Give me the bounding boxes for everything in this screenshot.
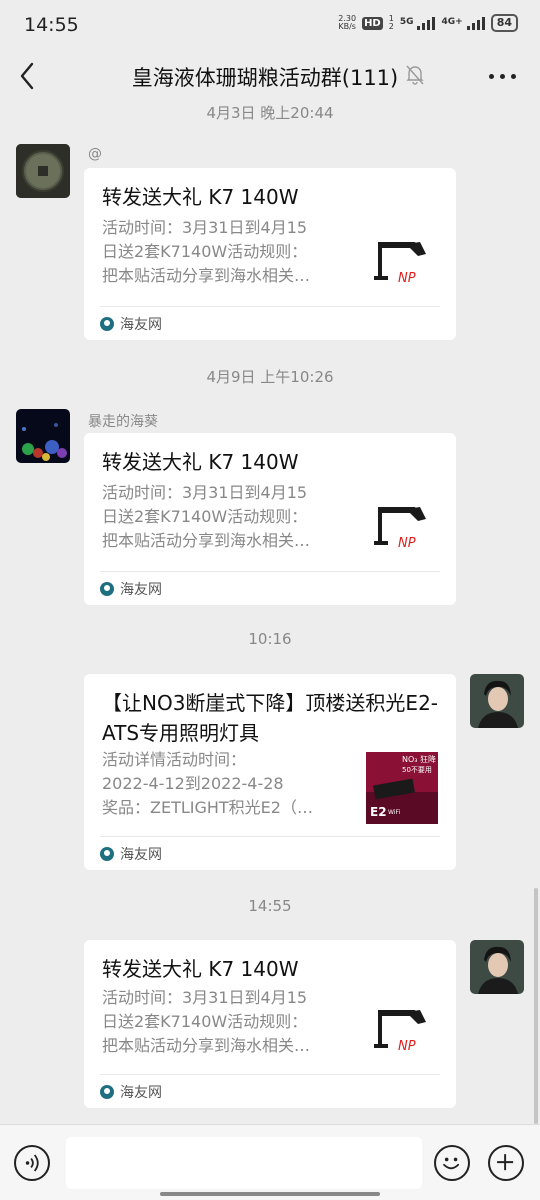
svg-text:NP: NP <box>398 1039 416 1054</box>
timestamp: 4月3日 晚上20:44 <box>206 104 334 122</box>
link-card[interactable]: 转发送大礼 K7 140W 活动时间：3月31日到4月15 日送2套K7140W… <box>84 433 456 605</box>
source-logo-icon <box>100 847 114 861</box>
scrollbar[interactable] <box>534 888 538 1124</box>
bell-muted-icon <box>406 65 424 85</box>
net-speed: 2.30 KB/s <box>338 14 357 31</box>
card-thumbnail: NP <box>366 495 438 567</box>
sender-name: 暴走的海葵 <box>88 414 158 430</box>
message-list[interactable]: 4月3日 晚上20:44 @ 转发送大礼 K7 140W 活动时间：3月31日到… <box>0 100 540 1124</box>
card-thumbnail: NP <box>366 998 438 1070</box>
status-time: 14:55 <box>24 14 79 36</box>
card-thumbnail: NP <box>366 230 438 302</box>
card-source: 海友网 <box>100 579 162 599</box>
svg-text:NP: NP <box>398 271 416 286</box>
home-indicator <box>160 1192 380 1196</box>
card-source: 海友网 <box>100 314 162 334</box>
card-thumbnail: NO₃ 狂降 50不要用 E2 WiFi <box>366 752 438 824</box>
source-logo-icon <box>100 317 114 331</box>
status-bar: 14:55 2.30 KB/s HD 1 2 5G 4G+ 84 <box>0 0 540 52</box>
chat-header: 皇海液体珊瑚粮活动群(111) <box>0 52 540 100</box>
timestamp: 14:55 <box>248 897 292 915</box>
sim-index: 1 2 <box>388 14 394 31</box>
signal-5g-icon: 5G <box>400 16 436 30</box>
voice-icon[interactable] <box>14 1145 50 1181</box>
more-dots-icon[interactable] <box>489 74 516 79</box>
avatar[interactable] <box>16 144 70 198</box>
emoji-icon[interactable] <box>434 1145 470 1181</box>
svg-text:NP: NP <box>398 536 416 551</box>
chat-title: 皇海液体珊瑚粮活动群(111) <box>131 66 399 90</box>
input-bar <box>0 1124 540 1200</box>
card-desc: 活动时间：3月31日到4月15 日送2套K7140W活动规则： 把本贴活动分享到… <box>102 218 311 285</box>
avatar[interactable] <box>16 409 70 463</box>
source-logo-icon <box>100 582 114 596</box>
svg-text:E2: E2 <box>370 805 387 819</box>
svg-text:WiFi: WiFi <box>388 809 400 816</box>
link-card[interactable]: 【让NO3断崖式下降】顶楼送积光E2-ATS专用照明灯具 活动详情活动时间： 2… <box>84 674 456 870</box>
signal-4g-icon: 4G+ <box>441 16 485 30</box>
card-source: 海友网 <box>100 844 162 864</box>
timestamp: 4月9日 上午10:26 <box>206 368 334 386</box>
battery-icon: 84 <box>490 14 518 32</box>
card-title: 转发送大礼 K7 140W <box>102 957 299 981</box>
card-source: 海友网 <box>100 1082 162 1102</box>
svg-text:50不要用: 50不要用 <box>402 766 432 774</box>
card-title: 转发送大礼 K7 140W <box>102 185 299 209</box>
plus-icon[interactable] <box>488 1145 524 1181</box>
avatar[interactable] <box>470 940 524 994</box>
source-logo-icon <box>100 1085 114 1099</box>
avatar[interactable] <box>470 674 524 728</box>
link-card[interactable]: 转发送大礼 K7 140W 活动时间：3月31日到4月15 日送2套K7140W… <box>84 940 456 1108</box>
card-title: 【让NO3断崖式下降】顶楼送积光E2-ATS专用照明灯具 <box>102 691 439 745</box>
svg-text:NO₃ 狂降: NO₃ 狂降 <box>402 754 436 764</box>
card-desc: 活动时间：3月31日到4月15 日送2套K7140W活动规则： 把本贴活动分享到… <box>102 988 311 1055</box>
card-desc: 活动详情活动时间： 2022-4-12到2022-4-28 奖品：ZETLIGH… <box>102 750 313 817</box>
timestamp: 10:16 <box>248 630 292 648</box>
sender-name: @ <box>88 146 102 162</box>
link-card[interactable]: 转发送大礼 K7 140W 活动时间：3月31日到4月15 日送2套K7140W… <box>84 168 456 340</box>
card-desc: 活动时间：3月31日到4月15 日送2套K7140W活动规则： 把本贴活动分享到… <box>102 483 311 550</box>
card-title: 转发送大礼 K7 140W <box>102 450 299 474</box>
message-input[interactable] <box>66 1137 422 1189</box>
hd-icon: HD <box>362 16 383 30</box>
